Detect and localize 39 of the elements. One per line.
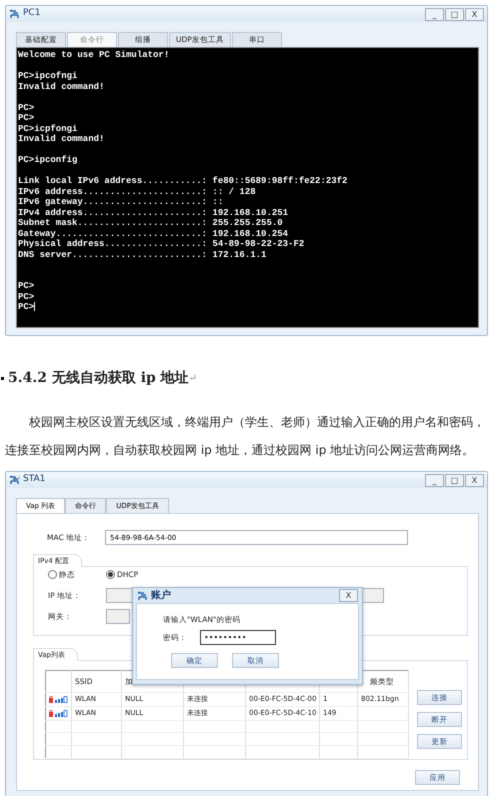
terminal-line: IPv6 address......................: :: / 128 xyxy=(18,186,256,196)
minimize-button[interactable]: _ xyxy=(425,8,444,20)
terminal-line: Welcome to use PC Simulator! xyxy=(18,50,170,60)
network-icon xyxy=(9,475,20,485)
terminal-line: IPv6 gateway......................: :: xyxy=(18,197,224,207)
maximize-button[interactable]: □ xyxy=(445,8,464,20)
maximize-button[interactable]: □ xyxy=(445,474,464,486)
terminal-line: Subnet mask.......................: 255.255.255.0 xyxy=(18,218,283,228)
terminal-line: PC> xyxy=(18,292,34,302)
dialog-title: 账户 xyxy=(151,588,171,603)
paragraph-mark: ↵ xyxy=(188,372,198,386)
terminal-line: IPv4 address......................: 192.168.10.251 xyxy=(18,208,288,218)
terminal-line: PC>ipcofngi xyxy=(18,71,78,81)
terminal-line: DNS server........................: 172.16.1.1 xyxy=(18,250,266,260)
password-field[interactable]: ••••••••• xyxy=(200,630,276,646)
terminal-line: Link local IPv6 address...........: fe80::5689:98ff:fe22:23f2 xyxy=(18,176,348,186)
radio-button[interactable] xyxy=(48,570,57,580)
terminal-line: PC>icpfongi xyxy=(18,124,78,134)
terminal-line: Invalid command! xyxy=(18,82,104,92)
terminal-line: PC>ipconfig xyxy=(18,155,78,165)
network-icon xyxy=(9,9,20,19)
terminal-line: PC> xyxy=(18,281,34,291)
terminal-line: Physical address..................: 54-89-98-22-23-F2 xyxy=(18,239,304,249)
close-button[interactable]: X xyxy=(339,589,358,602)
window-title: PC1 xyxy=(23,7,40,20)
window-title: STA1 xyxy=(23,473,46,486)
radio-button[interactable] xyxy=(106,570,115,580)
section-heading: 5.4.2 无线自动获取 ip 地址 xyxy=(8,369,189,388)
network-icon xyxy=(137,590,148,600)
minimize-button[interactable]: _ xyxy=(425,474,444,486)
body-paragraph: 校园网主校区设置无线区域，终端用户（学生、老师）通过输入正确的用户名和密码，连接至校园网内网，自动获取校园网 ip 地址，通过校园网 ip 地址访问公网运营商网络。 xyxy=(5,415,485,457)
terminal-line: Gateway...........................: 192.168.10.254 xyxy=(18,228,288,238)
close-button[interactable]: X xyxy=(465,8,484,20)
text-field[interactable] xyxy=(106,609,130,624)
terminal-line: PC> xyxy=(18,302,34,312)
close-button[interactable]: X xyxy=(465,474,484,486)
terminal-line: Invalid command! xyxy=(18,134,104,144)
terminal-line: PC> xyxy=(18,102,34,112)
terminal-line: PC> xyxy=(18,113,34,123)
